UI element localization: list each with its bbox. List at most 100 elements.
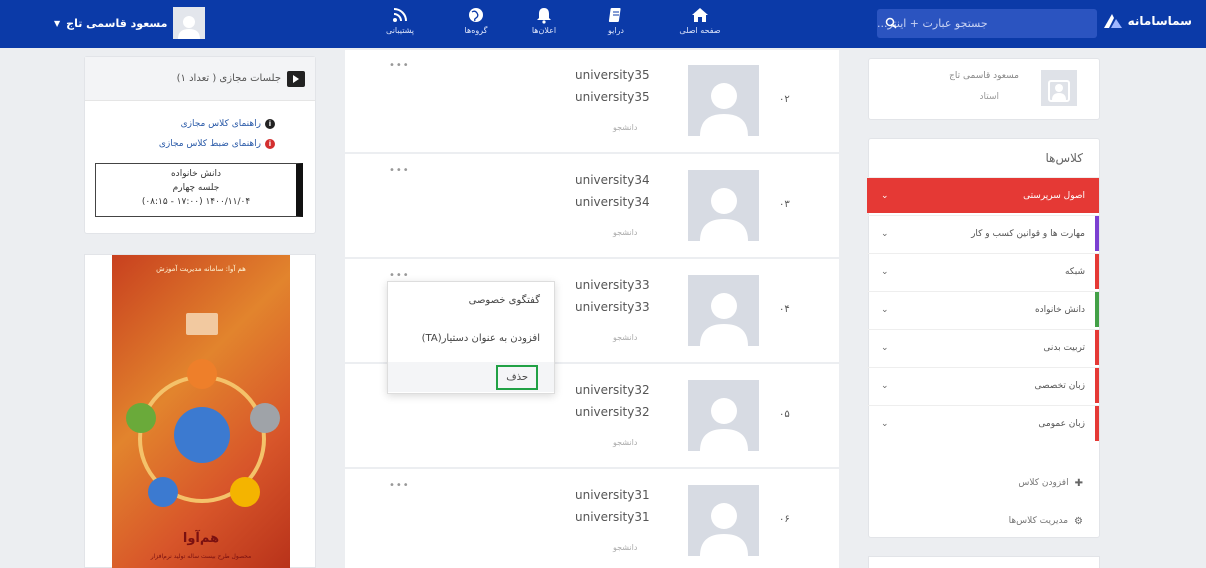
user-silhouette-icon xyxy=(1048,80,1070,102)
member-row: ••• university34 university34 دانشجو ۰۳ xyxy=(345,155,839,259)
delete-label: حذف xyxy=(496,364,538,390)
hamava-poster-image[interactable]: هم آوا: سامانه مدیریت آموزش هم‌آوا محصول… xyxy=(112,255,290,568)
brand-logo[interactable]: سماسامانه xyxy=(1102,12,1192,30)
class-color-bar xyxy=(1095,178,1099,213)
more-options-icon[interactable]: ••• xyxy=(389,480,410,491)
chevron-down-icon[interactable]: ⌄ xyxy=(881,305,889,315)
user-silhouette-icon xyxy=(699,503,748,556)
chevron-down-icon[interactable]: ⌄ xyxy=(881,343,889,353)
guide-virtual-label: راهنمای کلاس مجازی xyxy=(180,119,261,129)
class-item[interactable]: مهارت ها و قوانین کسب و کار ⌄ xyxy=(867,215,1099,251)
member-number: ۰۵ xyxy=(779,409,790,420)
more-options-icon[interactable]: ••• xyxy=(389,165,410,176)
search-input[interactable]: جستجو عبارت + اینتر... xyxy=(877,9,1097,38)
more-options-icon[interactable]: ••• xyxy=(389,270,410,281)
member-row: ••• university35 university35 دانشجو ۰۲ xyxy=(345,50,839,154)
nav-support[interactable]: پشتیبانی xyxy=(370,6,430,35)
member-avatar[interactable] xyxy=(688,275,759,346)
user-silhouette-icon xyxy=(178,16,201,39)
top-navbar: سماسامانه جستجو عبارت + اینتر... صفحه اص… xyxy=(0,0,1206,48)
member-avatar[interactable] xyxy=(688,170,759,241)
poster-circle xyxy=(187,359,217,389)
poster-logo xyxy=(186,313,218,335)
class-item[interactable]: شبکه ⌄ xyxy=(867,253,1099,289)
brand-mark-icon xyxy=(1103,14,1122,28)
poster-subtitle: محصول طرح بیست ساله تولید نرم‌افزار xyxy=(150,553,252,560)
nav-home[interactable]: صفحه اصلی xyxy=(670,6,730,35)
chevron-down-icon[interactable]: ⌄ xyxy=(881,191,889,201)
poster-title: هم‌آوا xyxy=(182,531,220,546)
member-number: ۰۴ xyxy=(779,304,790,315)
user-menu[interactable]: ▼ مسعود قاسمی تاج xyxy=(54,6,206,40)
chevron-down-icon[interactable]: ⌄ xyxy=(881,267,889,277)
class-color-bar xyxy=(1095,330,1099,365)
guide-record-link[interactable]: i راهنمای ضبط کلاس مجازی xyxy=(159,139,275,149)
class-item[interactable]: زبان عمومی ⌄ xyxy=(867,405,1099,441)
session-course: دانش خانواده xyxy=(170,169,222,179)
class-label: تربیت بدنی xyxy=(1043,342,1085,353)
class-color-bar xyxy=(1095,292,1099,327)
class-color-bar xyxy=(1095,368,1099,403)
session-entry[interactable]: دانش خانواده جلسه چهارم ۱۴۰۰/۱۱/۰۴ (۱۷:۰… xyxy=(95,163,303,217)
class-item[interactable]: اصول سرپرستی ⌄ xyxy=(867,177,1099,213)
add-ta-menu-item[interactable]: افزودن به عنوان دستیار(TA) xyxy=(388,320,554,356)
poster-circle xyxy=(148,477,178,507)
add-class-link[interactable]: ✚ افزودن کلاس xyxy=(867,469,1099,497)
class-color-bar xyxy=(1095,406,1099,441)
poster-card: هم آوا: سامانه مدیریت آموزش هم‌آوا محصول… xyxy=(84,254,316,568)
private-chat-label: گفتگوی خصوصی xyxy=(468,294,540,306)
gear-icon: ⚙ xyxy=(1074,515,1083,527)
class-color-bar xyxy=(1095,254,1099,289)
member-avatar[interactable] xyxy=(688,65,759,136)
guide-virtual-link[interactable]: i راهنمای کلاس مجازی xyxy=(181,119,275,129)
bell-icon xyxy=(537,8,551,24)
video-camera-icon xyxy=(287,70,305,87)
user-silhouette-icon xyxy=(699,83,748,136)
nav-drive[interactable]: درایو xyxy=(586,6,646,35)
member-avatar[interactable] xyxy=(688,485,759,556)
member-display-name: university31 xyxy=(575,510,650,524)
chevron-down-icon[interactable]: ⌄ xyxy=(881,419,889,429)
chevron-down-icon[interactable]: ⌄ xyxy=(881,229,889,239)
info-icon: i xyxy=(265,139,275,149)
private-chat-menu-item[interactable]: گفتگوی خصوصی xyxy=(388,282,554,318)
globe-icon xyxy=(469,8,483,22)
member-display-name: university35 xyxy=(575,90,650,104)
member-display-name: university32 xyxy=(575,405,650,419)
sessions-title: جلسات مجازی ( تعداد ۱) xyxy=(176,73,281,84)
member-number: ۰۲ xyxy=(779,94,790,105)
add-class-label: افزودن کلاس xyxy=(1018,478,1069,488)
more-options-icon[interactable]: ••• xyxy=(389,60,410,71)
sidebar-bottom-card xyxy=(868,556,1100,568)
class-item[interactable]: زبان تخصصی ⌄ xyxy=(867,367,1099,403)
manage-classes-link[interactable]: ⚙ مدیریت کلاس‌ها xyxy=(867,507,1099,535)
class-label: مهارت ها و قوانین کسب و کار xyxy=(971,228,1085,239)
classes-title: کلاس‌ها xyxy=(1045,151,1083,165)
class-item[interactable]: دانش خانواده ⌄ xyxy=(867,291,1099,327)
delete-menu-item[interactable]: حذف xyxy=(388,362,554,392)
session-name: جلسه چهارم xyxy=(172,183,220,193)
search-icon[interactable] xyxy=(881,13,901,33)
member-avatar[interactable] xyxy=(688,380,759,451)
member-display-name: university33 xyxy=(575,300,650,314)
classes-panel: کلاس‌ها اصول سرپرستی ⌄ مهارت ها و قوانین ک… xyxy=(867,138,1100,538)
poster-top-text: هم آوا: سامانه مدیریت آموزش xyxy=(156,265,246,273)
chevron-down-icon[interactable]: ⌄ xyxy=(881,381,889,391)
member-username: university35 xyxy=(575,68,650,82)
class-color-bar xyxy=(1095,216,1099,251)
poster-circle xyxy=(230,477,260,507)
nav-groups[interactable]: گروه‌ها xyxy=(446,6,506,35)
poster-circle xyxy=(126,403,156,433)
sessions-header: جلسات مجازی ( تعداد ۱) xyxy=(85,57,315,101)
class-item[interactable]: تربیت بدنی ⌄ xyxy=(867,329,1099,365)
profile-role: استاد xyxy=(979,92,999,102)
user-name: مسعود قاسمی تاج xyxy=(66,16,168,30)
add-ta-label: افزودن به عنوان دستیار(TA) xyxy=(421,332,540,344)
profile-avatar[interactable] xyxy=(1041,70,1077,106)
user-silhouette-icon xyxy=(699,398,748,451)
nav-notifications[interactable]: اعلان‌ها xyxy=(514,6,574,35)
home-icon xyxy=(692,8,708,22)
nav-drive-label: درایو xyxy=(607,26,624,35)
member-number: ۰۶ xyxy=(779,514,790,525)
virtual-sessions-card: جلسات مجازی ( تعداد ۱) i راهنمای کلاس مج… xyxy=(84,56,316,234)
